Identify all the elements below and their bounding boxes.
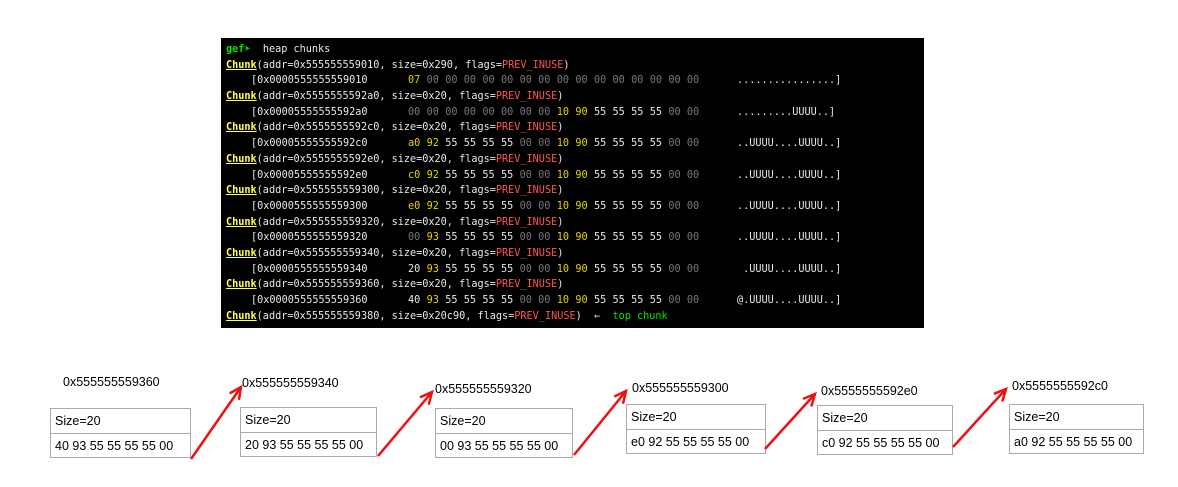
next-pointer-arrow bbox=[573, 388, 628, 456]
next-pointer-arrow bbox=[377, 389, 434, 457]
next-pointer-arrow bbox=[764, 391, 817, 450]
next-pointer-arrow bbox=[189, 384, 243, 460]
link-arrows bbox=[189, 384, 1008, 460]
next-pointer-arrow bbox=[952, 386, 1008, 448]
